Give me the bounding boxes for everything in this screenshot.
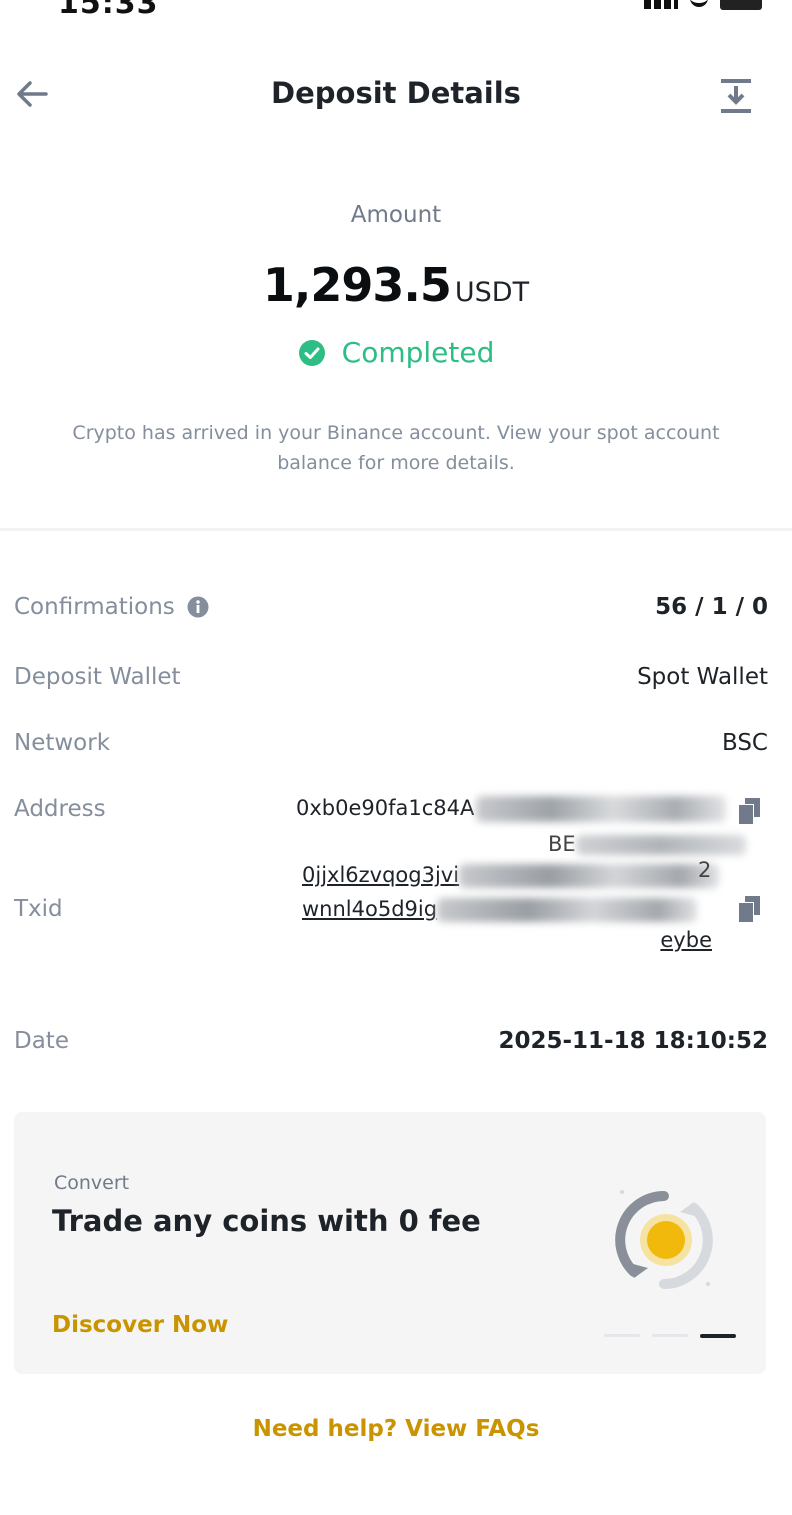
amount-value: 1,293.5 — [262, 258, 452, 312]
download-icon — [721, 79, 751, 113]
page-title: Deposit Details — [271, 76, 521, 110]
confirmations-label: Confirmations — [14, 594, 175, 620]
convert-coin-icon — [615, 1190, 713, 1289]
date-label: Date — [14, 1028, 69, 1054]
carousel-indicator[interactable] — [604, 1334, 736, 1338]
confirmations-label-row: Confirmations — [14, 594, 209, 620]
address-label: Address — [14, 796, 106, 822]
address-visible-part: 0xb0e90fa1c84A — [296, 796, 475, 820]
copy-address-icon[interactable] — [736, 796, 764, 826]
section-divider — [0, 528, 792, 531]
carousel-dot[interactable] — [652, 1334, 688, 1337]
txid-link[interactable]: 0jjxl6zvqog3jvi wnnl4o5d9ig — [302, 858, 720, 926]
wifi-icon — [690, 0, 708, 7]
view-faqs-link[interactable]: Need help? View FAQs — [0, 1416, 792, 1442]
txid-line-1[interactable]: 0jjxl6zvqog3jvi — [302, 863, 459, 887]
address-redacted — [476, 796, 727, 822]
deposit-details-screen: 15:33 Deposit Details Amount 1,293.5 USDT — [0, 0, 792, 1515]
info-icon[interactable] — [187, 596, 209, 618]
carousel-dot[interactable] — [604, 1334, 640, 1337]
save-receipt-button[interactable] — [718, 76, 754, 116]
status-bar: 15:33 — [0, 0, 792, 24]
confirmations-value: 56 / 1 / 0 — [655, 594, 768, 620]
address-value: 0xb0e90fa1c84A — [296, 796, 727, 822]
check-circle-icon — [298, 339, 325, 366]
txid-line-1-tail: 2 — [698, 858, 712, 882]
txid-line-1-redacted — [459, 864, 720, 888]
convert-promo-card[interactable]: Convert Trade any coins with 0 fee Disco… — [14, 1112, 766, 1374]
network-label: Network — [14, 730, 111, 756]
status-icons — [644, 0, 762, 10]
amount-label: Amount — [350, 202, 442, 228]
amount-unit: USDT — [454, 277, 530, 308]
address-end-redacted — [575, 835, 746, 855]
txid-line-2-redacted — [437, 898, 698, 922]
battery-icon — [720, 0, 762, 10]
deposit-wallet-value: Spot Wallet — [637, 664, 768, 690]
discover-now-link[interactable]: Discover Now — [52, 1312, 228, 1338]
deposit-wallet-label: Deposit Wallet — [14, 664, 181, 690]
address-end-part: BE — [548, 832, 576, 856]
header: Deposit Details — [0, 60, 792, 132]
network-value: BSC — [721, 730, 768, 756]
promo-title: Trade any coins with 0 fee — [52, 1204, 481, 1238]
status-row: Completed — [0, 336, 792, 369]
txid-line-2[interactable]: wnnl4o5d9ig — [302, 897, 437, 921]
carousel-dot-active[interactable] — [700, 1334, 736, 1338]
arrival-note: Crypto has arrived in your Binance accou… — [72, 422, 720, 474]
amount-row: 1,293.5 USDT — [0, 258, 792, 312]
copy-txid-icon[interactable] — [736, 894, 764, 924]
date-value: 2025-11-18 18:10:52 — [498, 1028, 768, 1054]
status-time: 15:33 — [58, 0, 159, 21]
address-line-2: BE — [548, 832, 746, 856]
status-badge: Completed — [341, 336, 495, 369]
signal-icon — [644, 0, 678, 9]
promo-tag: Convert — [54, 1172, 130, 1194]
txid-line-3[interactable]: eybe — [660, 928, 712, 952]
txid-label: Txid — [14, 896, 63, 922]
